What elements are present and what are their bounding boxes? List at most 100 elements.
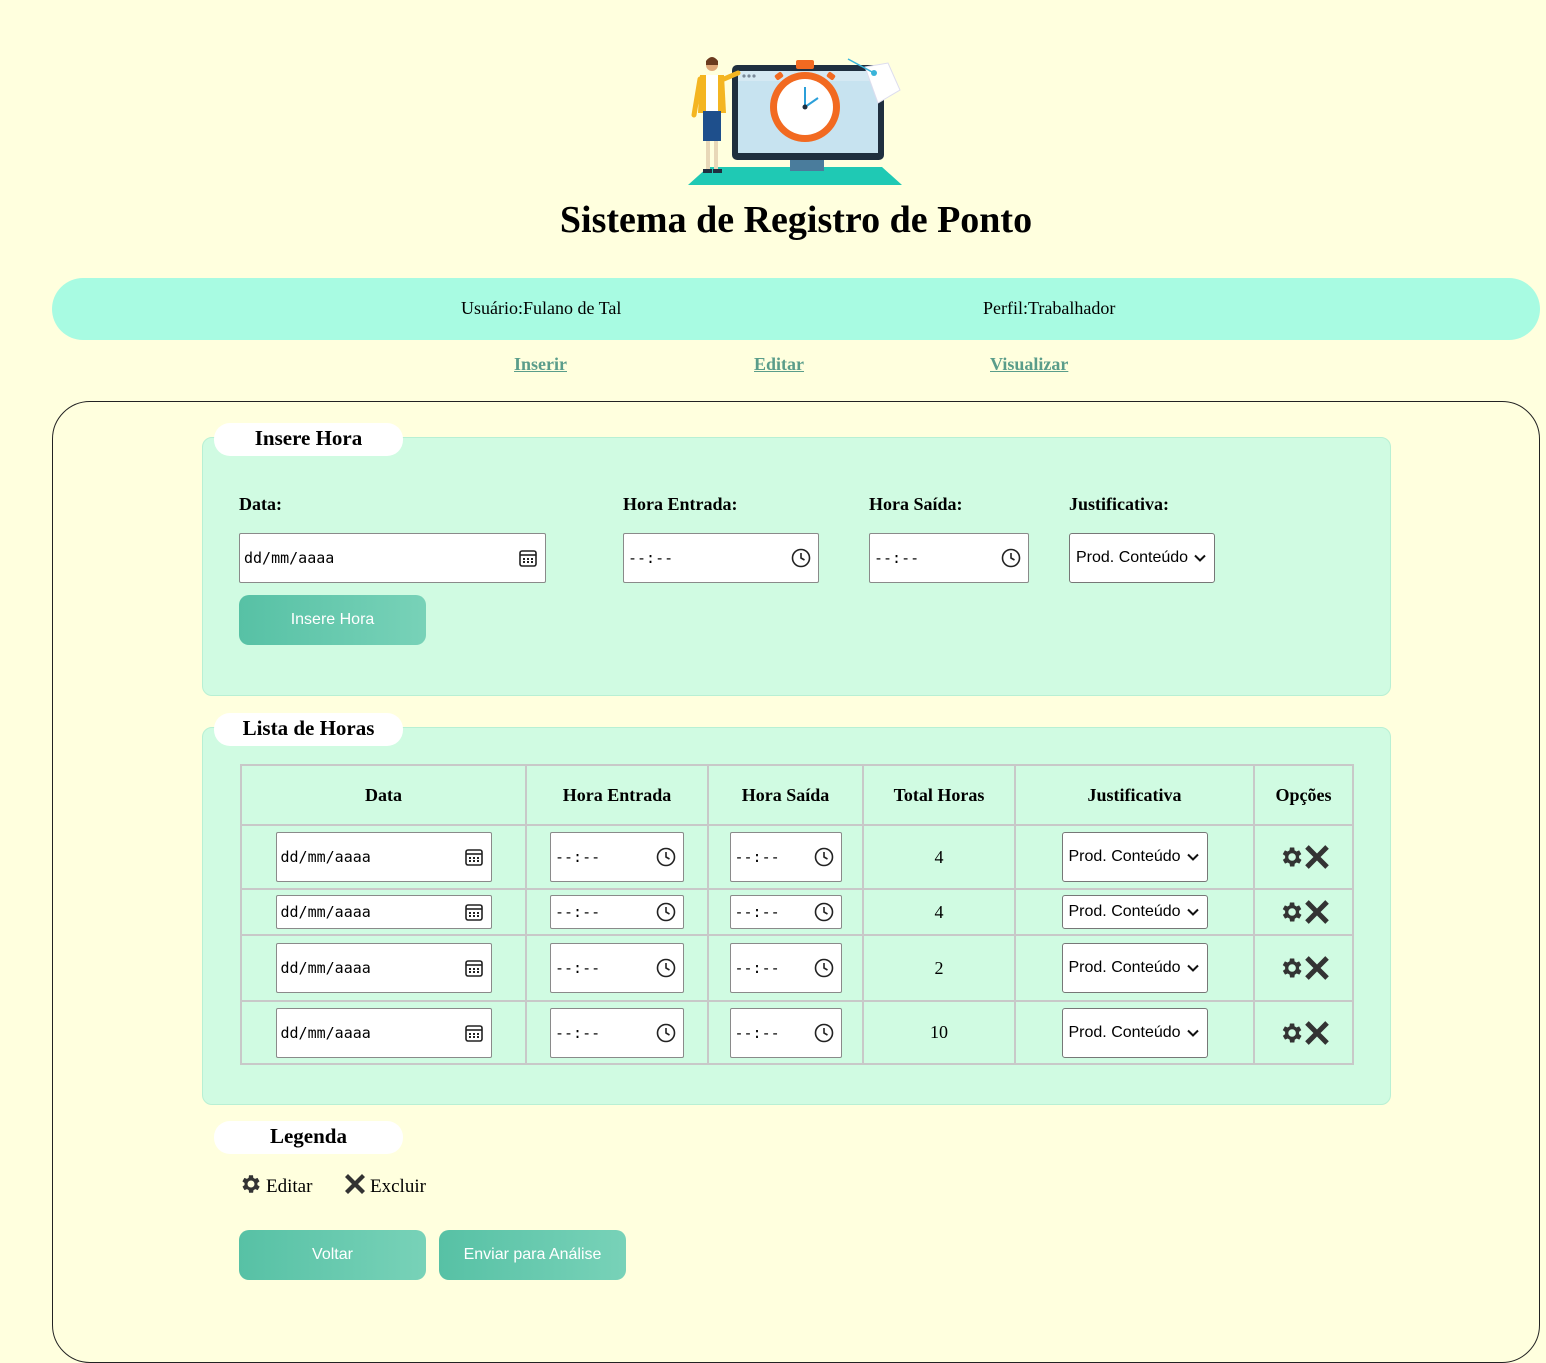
clock-icon[interactable] xyxy=(814,847,834,867)
hours-list-legend: Lista de Horas xyxy=(214,713,403,746)
cell-options xyxy=(1253,1000,1354,1065)
row-exit-value: --:-- xyxy=(734,1023,780,1042)
exit-time-input[interactable]: --:-- xyxy=(869,533,1029,583)
cell-exit: --:-- xyxy=(707,824,864,890)
cell-date: dd/mm/aaaa xyxy=(240,1000,527,1065)
date-label: Data: xyxy=(239,494,282,514)
insert-hour-button[interactable]: Insere Hora xyxy=(239,595,426,645)
gear-icon[interactable] xyxy=(1278,955,1304,981)
profile-label: Perfil:Trabalhador xyxy=(983,298,1116,318)
cell-options xyxy=(1253,824,1354,890)
close-icon[interactable] xyxy=(1304,899,1330,925)
row-entry-input[interactable]: --:-- xyxy=(550,832,684,882)
clock-icon[interactable] xyxy=(814,902,834,922)
nav-insert-link[interactable]: Inserir xyxy=(514,354,567,375)
row-entry-input[interactable]: --:-- xyxy=(550,943,684,993)
gear-icon[interactable] xyxy=(1278,1020,1304,1046)
row-entry-input[interactable]: --:-- xyxy=(550,895,684,929)
row-justification-select[interactable]: Prod. Conteúdo xyxy=(1061,895,1208,929)
close-icon[interactable] xyxy=(1304,844,1330,870)
row-date-value: dd/mm/aaaa xyxy=(280,1023,371,1042)
clock-icon[interactable] xyxy=(656,958,676,978)
date-input-placeholder: dd/mm/aaaa xyxy=(244,549,335,567)
insert-hour-legend: Insere Hora xyxy=(214,423,403,456)
entry-time-label: Hora Entrada: xyxy=(623,494,738,514)
gear-icon xyxy=(242,1175,260,1193)
justification-select[interactable]: Prod. Conteúdo xyxy=(1069,533,1215,583)
row-exit-input[interactable]: --:-- xyxy=(729,1007,842,1058)
user-label: Usuário:Fulano de Tal xyxy=(461,298,622,318)
row-justification-select[interactable]: Prod. Conteúdo xyxy=(1061,832,1208,882)
row-justification-value: Prod. Conteúdo xyxy=(1068,959,1181,976)
row-exit-input[interactable]: --:-- xyxy=(729,943,842,993)
column-header-date: Data xyxy=(240,764,527,826)
cell-total: 4 xyxy=(862,824,1016,890)
time-clock-illustration xyxy=(688,57,902,185)
calendar-icon[interactable] xyxy=(464,902,484,922)
calendar-icon[interactable] xyxy=(464,958,484,978)
exit-time-label: Hora Saída: xyxy=(869,494,963,514)
clock-icon[interactable] xyxy=(814,958,834,978)
table-row: dd/mm/aaaa --:-- --:-- 4 Prod. Conteúdo xyxy=(240,824,1354,890)
cell-exit: --:-- xyxy=(707,888,864,936)
row-date-value: dd/mm/aaaa xyxy=(280,959,371,977)
clock-icon[interactable] xyxy=(814,1023,834,1043)
entry-time-placeholder: --:-- xyxy=(628,549,674,567)
nav-edit-link[interactable]: Editar xyxy=(754,354,804,375)
cell-date: dd/mm/aaaa xyxy=(240,934,527,1002)
back-button-label: Voltar xyxy=(312,1246,353,1263)
cell-entry: --:-- xyxy=(525,888,709,936)
calendar-icon[interactable] xyxy=(464,847,484,867)
legend-title: Legenda xyxy=(214,1121,403,1154)
row-entry-value: --:-- xyxy=(555,848,601,866)
row-justification-value: Prod. Conteúdo xyxy=(1068,903,1181,920)
row-justification-select[interactable]: Prod. Conteúdo xyxy=(1061,943,1208,993)
row-exit-input[interactable]: --:-- xyxy=(729,832,842,882)
row-date-value: dd/mm/aaaa xyxy=(280,903,371,921)
row-entry-value: --:-- xyxy=(555,959,601,977)
close-icon[interactable] xyxy=(1304,1020,1330,1046)
clock-icon[interactable] xyxy=(791,548,811,568)
cell-total: 10 xyxy=(862,1000,1016,1065)
table-header-row: Data Hora Entrada Hora Saída Total Horas… xyxy=(240,764,1354,826)
insert-hour-button-label: Insere Hora xyxy=(290,611,375,628)
clock-icon[interactable] xyxy=(656,1023,676,1043)
hours-table: Data Hora Entrada Hora Saída Total Horas… xyxy=(240,764,1354,1065)
user-info-bar: Usuário:Fulano de Tal Perfil:Trabalhador xyxy=(52,278,1540,340)
row-date-value: dd/mm/aaaa xyxy=(280,848,371,866)
close-icon[interactable] xyxy=(1304,955,1330,981)
row-justification-value: Prod. Conteúdo xyxy=(1068,1023,1181,1041)
back-button[interactable]: Voltar xyxy=(239,1230,426,1280)
nav-view-link[interactable]: Visualizar xyxy=(990,354,1068,375)
cell-entry: --:-- xyxy=(525,824,709,890)
gear-icon[interactable] xyxy=(1278,899,1304,925)
cell-justification: Prod. Conteúdo xyxy=(1014,1000,1255,1065)
clock-icon[interactable] xyxy=(1001,548,1021,568)
clock-icon[interactable] xyxy=(656,902,676,922)
cell-date: dd/mm/aaaa xyxy=(240,888,527,936)
exit-time-placeholder: --:-- xyxy=(874,549,920,567)
row-justification-select[interactable]: Prod. Conteúdo xyxy=(1061,1007,1208,1058)
cell-justification: Prod. Conteúdo xyxy=(1014,824,1255,890)
send-for-analysis-button[interactable]: Enviar para Análise xyxy=(439,1230,626,1280)
row-date-input[interactable]: dd/mm/aaaa xyxy=(275,943,492,993)
date-input[interactable]: dd/mm/aaaa xyxy=(239,533,546,583)
cell-options xyxy=(1253,934,1354,1002)
gear-icon[interactable] xyxy=(1278,844,1304,870)
cell-options xyxy=(1253,888,1354,936)
page-title: Sistema de Registro de Ponto xyxy=(559,199,1033,241)
row-date-input[interactable]: dd/mm/aaaa xyxy=(275,832,492,882)
calendar-icon[interactable] xyxy=(518,548,538,568)
justification-select-value: Prod. Conteúdo xyxy=(1076,549,1189,566)
calendar-icon[interactable] xyxy=(464,1023,484,1043)
cell-exit: --:-- xyxy=(707,1000,864,1065)
row-date-input[interactable]: dd/mm/aaaa xyxy=(275,895,492,929)
column-header-options: Opções xyxy=(1253,764,1354,826)
row-exit-value: --:-- xyxy=(734,848,780,866)
row-date-input[interactable]: dd/mm/aaaa xyxy=(275,1007,492,1058)
row-exit-input[interactable]: --:-- xyxy=(729,895,842,929)
clock-icon[interactable] xyxy=(656,847,676,867)
row-entry-input[interactable]: --:-- xyxy=(550,1007,684,1058)
entry-time-input[interactable]: --:-- xyxy=(623,533,819,583)
legend-edit-label: Editar xyxy=(266,1176,313,1197)
